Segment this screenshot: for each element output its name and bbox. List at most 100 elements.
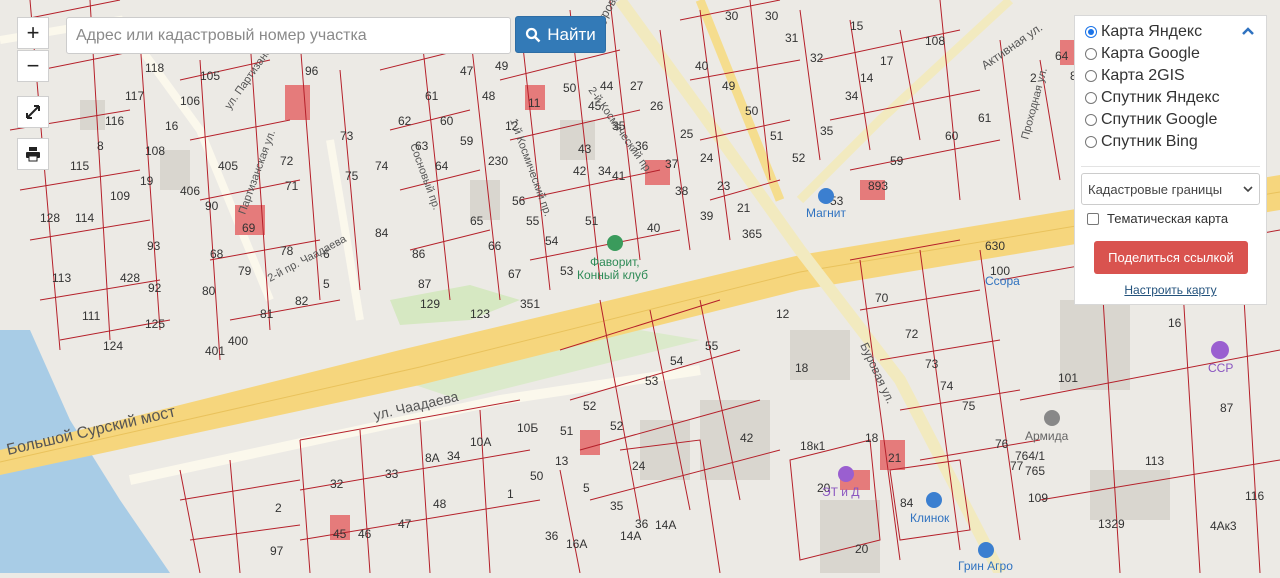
svg-text:61: 61 <box>425 89 439 103</box>
radio-icon[interactable] <box>1085 48 1097 60</box>
svg-text:406: 406 <box>180 184 200 198</box>
svg-text:60: 60 <box>945 129 959 143</box>
thematic-map-toggle[interactable]: Тематическая карта <box>1087 211 1228 226</box>
svg-text:428: 428 <box>120 271 140 285</box>
layer-option-bing-satellite[interactable]: Спутник Bing <box>1085 132 1198 152</box>
checkbox-icon[interactable] <box>1087 212 1099 225</box>
svg-text:37: 37 <box>665 157 679 171</box>
configure-map-link[interactable]: Настроить карту <box>1075 283 1266 297</box>
svg-text:Клинок: Клинок <box>910 511 950 525</box>
svg-text:76: 76 <box>995 437 1009 451</box>
svg-text:96: 96 <box>305 64 319 78</box>
svg-text:114: 114 <box>75 211 94 225</box>
svg-text:80: 80 <box>202 284 216 298</box>
svg-text:14А: 14А <box>655 518 676 532</box>
svg-text:49: 49 <box>495 59 509 73</box>
svg-text:630: 630 <box>985 239 1005 253</box>
svg-text:90: 90 <box>205 199 219 213</box>
print-icon <box>26 147 40 162</box>
svg-text:47: 47 <box>460 64 474 78</box>
radio-icon[interactable] <box>1085 26 1097 38</box>
svg-text:52: 52 <box>583 399 597 413</box>
svg-text:64: 64 <box>1055 49 1069 63</box>
layer-option-google-map[interactable]: Карта Google <box>1085 44 1200 64</box>
svg-text:106: 106 <box>180 94 200 108</box>
radio-icon[interactable] <box>1085 114 1097 126</box>
svg-text:93: 93 <box>147 239 161 253</box>
svg-text:59: 59 <box>890 154 904 168</box>
layer-option-google-satellite[interactable]: Спутник Google <box>1085 110 1217 130</box>
zoom-out-button[interactable]: − <box>17 50 49 82</box>
svg-text:73: 73 <box>340 129 354 143</box>
svg-text:116: 116 <box>1245 489 1264 503</box>
svg-text:8А: 8А <box>425 451 440 465</box>
svg-text:55: 55 <box>705 339 719 353</box>
svg-text:81: 81 <box>260 307 274 321</box>
svg-text:41: 41 <box>612 169 626 183</box>
layer-option-yandex-satellite[interactable]: Спутник Яндекс <box>1085 88 1220 108</box>
svg-text:84: 84 <box>375 226 389 240</box>
svg-text:8: 8 <box>97 139 104 153</box>
svg-text:21: 21 <box>888 451 902 465</box>
overlay-layer-select[interactable]: Кадастровые границы <box>1081 173 1260 205</box>
etid-poi-icon <box>838 466 854 482</box>
svg-text:10А: 10А <box>470 435 491 449</box>
svg-text:78: 78 <box>280 244 294 258</box>
svg-text:113: 113 <box>1145 454 1164 468</box>
svg-text:26: 26 <box>650 99 664 113</box>
collapse-chevron-up-icon[interactable] <box>1241 26 1255 36</box>
svg-text:46: 46 <box>358 527 372 541</box>
print-button[interactable] <box>17 138 49 170</box>
svg-text:115: 115 <box>70 159 89 173</box>
svg-text:101: 101 <box>1058 371 1078 385</box>
zoom-in-button[interactable]: + <box>17 17 49 49</box>
svg-text:230: 230 <box>488 154 508 168</box>
svg-text:31: 31 <box>785 31 799 45</box>
svg-text:62: 62 <box>398 114 412 128</box>
svg-text:53: 53 <box>645 374 659 388</box>
svg-text:52: 52 <box>792 151 806 165</box>
svg-text:2: 2 <box>275 501 282 515</box>
svg-text:400: 400 <box>228 334 248 348</box>
svg-text:40: 40 <box>695 59 709 73</box>
layer-option-yandex-map[interactable]: Карта Яндекс <box>1085 22 1202 42</box>
search-input[interactable] <box>66 17 511 54</box>
svg-text:75: 75 <box>345 169 359 183</box>
svg-text:45: 45 <box>333 527 347 541</box>
radio-icon[interactable] <box>1085 92 1097 104</box>
search-icon <box>526 27 541 42</box>
svg-text:64: 64 <box>435 159 449 173</box>
svg-text:16: 16 <box>1168 316 1182 330</box>
svg-text:67: 67 <box>508 267 522 281</box>
shop-poi-icon <box>926 492 942 508</box>
svg-text:23: 23 <box>717 179 731 193</box>
svg-text:56: 56 <box>512 194 526 208</box>
svg-text:19: 19 <box>140 174 154 188</box>
radio-icon[interactable] <box>1085 136 1097 148</box>
fullscreen-button[interactable] <box>17 96 49 128</box>
svg-text:49: 49 <box>722 79 736 93</box>
svg-text:1329: 1329 <box>1098 517 1125 531</box>
radio-icon[interactable] <box>1085 70 1097 82</box>
svg-text:109: 109 <box>1028 491 1048 505</box>
svg-text:30: 30 <box>725 9 739 23</box>
svg-text:125: 125 <box>145 317 165 331</box>
svg-text:97: 97 <box>270 544 284 558</box>
svg-text:16А: 16А <box>566 537 587 551</box>
svg-text:68: 68 <box>210 247 224 261</box>
search-button[interactable]: Найти <box>515 16 606 53</box>
svg-text:109: 109 <box>110 189 130 203</box>
svg-text:5: 5 <box>583 481 590 495</box>
svg-text:72: 72 <box>280 154 294 168</box>
svg-text:52: 52 <box>610 419 624 433</box>
svg-text:60: 60 <box>440 114 454 128</box>
svg-text:51: 51 <box>770 129 784 143</box>
svg-text:25: 25 <box>680 127 694 141</box>
layer-option-2gis-map[interactable]: Карта 2GIS <box>1085 66 1185 86</box>
svg-text:72: 72 <box>905 327 919 341</box>
svg-text:74: 74 <box>940 379 954 393</box>
svg-text:87: 87 <box>418 277 432 291</box>
svg-text:86: 86 <box>412 247 426 261</box>
svg-text:54: 54 <box>545 234 559 248</box>
share-link-button[interactable]: Поделиться ссылкой <box>1094 241 1248 274</box>
